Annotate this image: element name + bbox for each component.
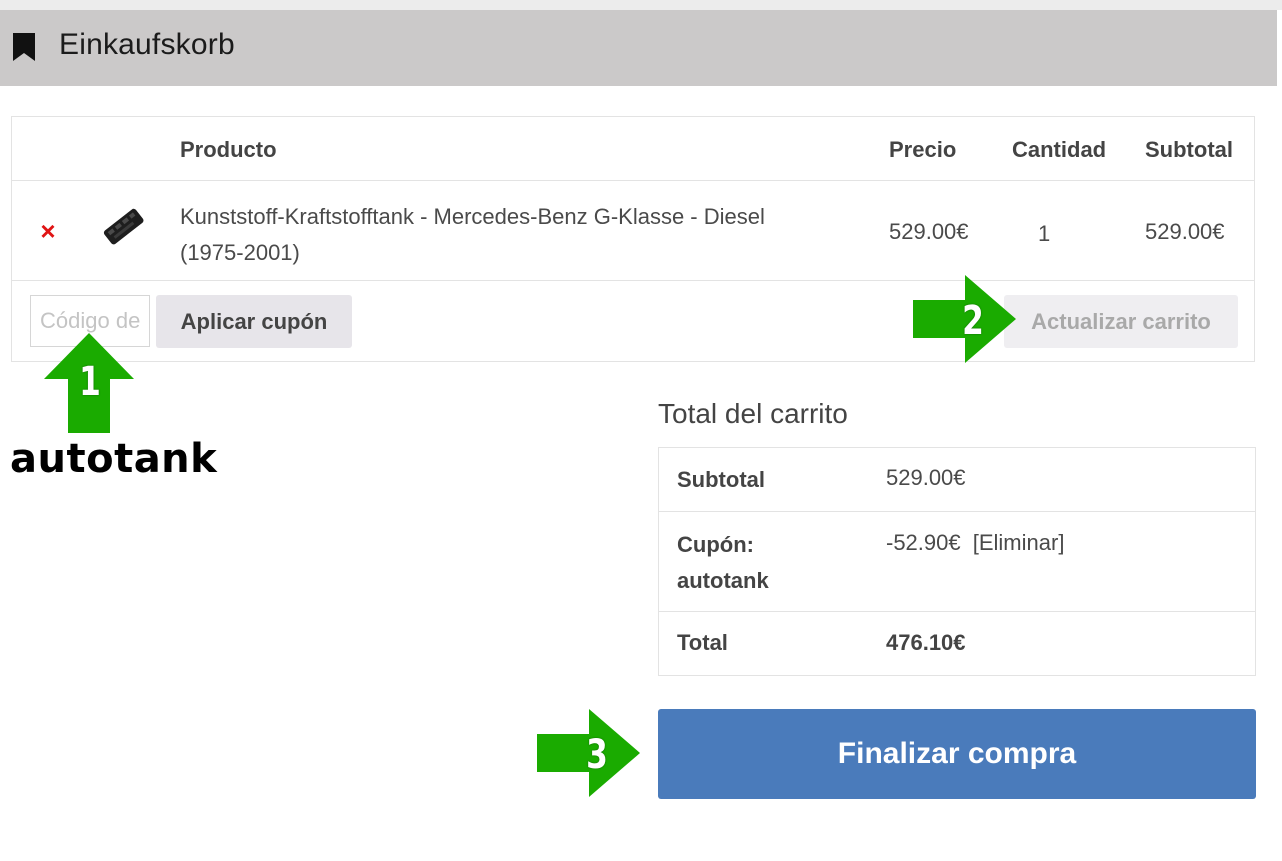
coupon-label-line: Cupón: bbox=[677, 532, 754, 557]
product-name-link[interactable]: Kunststoff-Kraftstofftank - Mercedes-Ben… bbox=[180, 199, 860, 271]
page-title: Einkaufskorb bbox=[59, 28, 235, 61]
remove-item-icon[interactable]: × bbox=[38, 218, 58, 244]
update-cart-button[interactable]: Actualizar carrito bbox=[1004, 295, 1238, 348]
remove-coupon-link[interactable]: [Eliminar] bbox=[973, 530, 1065, 555]
page-header: Einkaufskorb bbox=[0, 10, 1277, 86]
apply-coupon-button[interactable]: Aplicar cupón bbox=[156, 295, 352, 348]
item-subtotal: 529.00€ bbox=[1145, 219, 1225, 244]
row-divider bbox=[659, 611, 1255, 612]
totals-coupon-value: -52.90€ [Eliminar] bbox=[886, 525, 1064, 561]
cart-totals-title: Total del carrito bbox=[658, 398, 848, 429]
bookmark-icon bbox=[13, 33, 35, 61]
cart-totals-table: Subtotal 529.00€ Cupón: autotank -52.90€… bbox=[658, 447, 1256, 676]
row-divider bbox=[12, 280, 1254, 281]
column-header-price: Precio bbox=[889, 137, 957, 162]
product-name-line: (1975-2001) bbox=[180, 240, 300, 265]
product-name-line: Kunststoff-Kraftstofftank - Mercedes-Ben… bbox=[180, 204, 765, 229]
totals-subtotal-value: 529.00€ bbox=[886, 465, 966, 490]
arrow-number-2: 2 bbox=[962, 298, 984, 344]
top-strip bbox=[0, 0, 1282, 10]
totals-subtotal-label: Subtotal bbox=[677, 467, 765, 492]
coupon-code-annotation: autotank bbox=[10, 436, 218, 482]
item-quantity[interactable]: 1 bbox=[1038, 221, 1050, 247]
column-header-product: Producto bbox=[180, 137, 277, 162]
arrow-number-1: 1 bbox=[79, 359, 101, 405]
checkout-button[interactable]: Finalizar compra bbox=[658, 709, 1256, 799]
column-header-quantity: Cantidad bbox=[1012, 137, 1107, 162]
coupon-discount-value: -52.90€ bbox=[886, 530, 961, 555]
row-divider bbox=[12, 180, 1254, 181]
totals-coupon-label: Cupón: autotank bbox=[677, 527, 769, 599]
cart-table: Producto Precio Cantidad Subtotal × Kuns… bbox=[11, 116, 1255, 362]
product-thumbnail[interactable] bbox=[100, 203, 148, 251]
coupon-label-line: autotank bbox=[677, 568, 769, 593]
item-price: 529.00€ bbox=[889, 219, 969, 244]
row-divider bbox=[659, 511, 1255, 512]
totals-total-value: 476.10€ bbox=[886, 630, 966, 655]
column-header-subtotal: Subtotal bbox=[1145, 137, 1233, 162]
totals-total-label: Total bbox=[677, 630, 728, 655]
arrow-number-3: 3 bbox=[586, 732, 608, 778]
